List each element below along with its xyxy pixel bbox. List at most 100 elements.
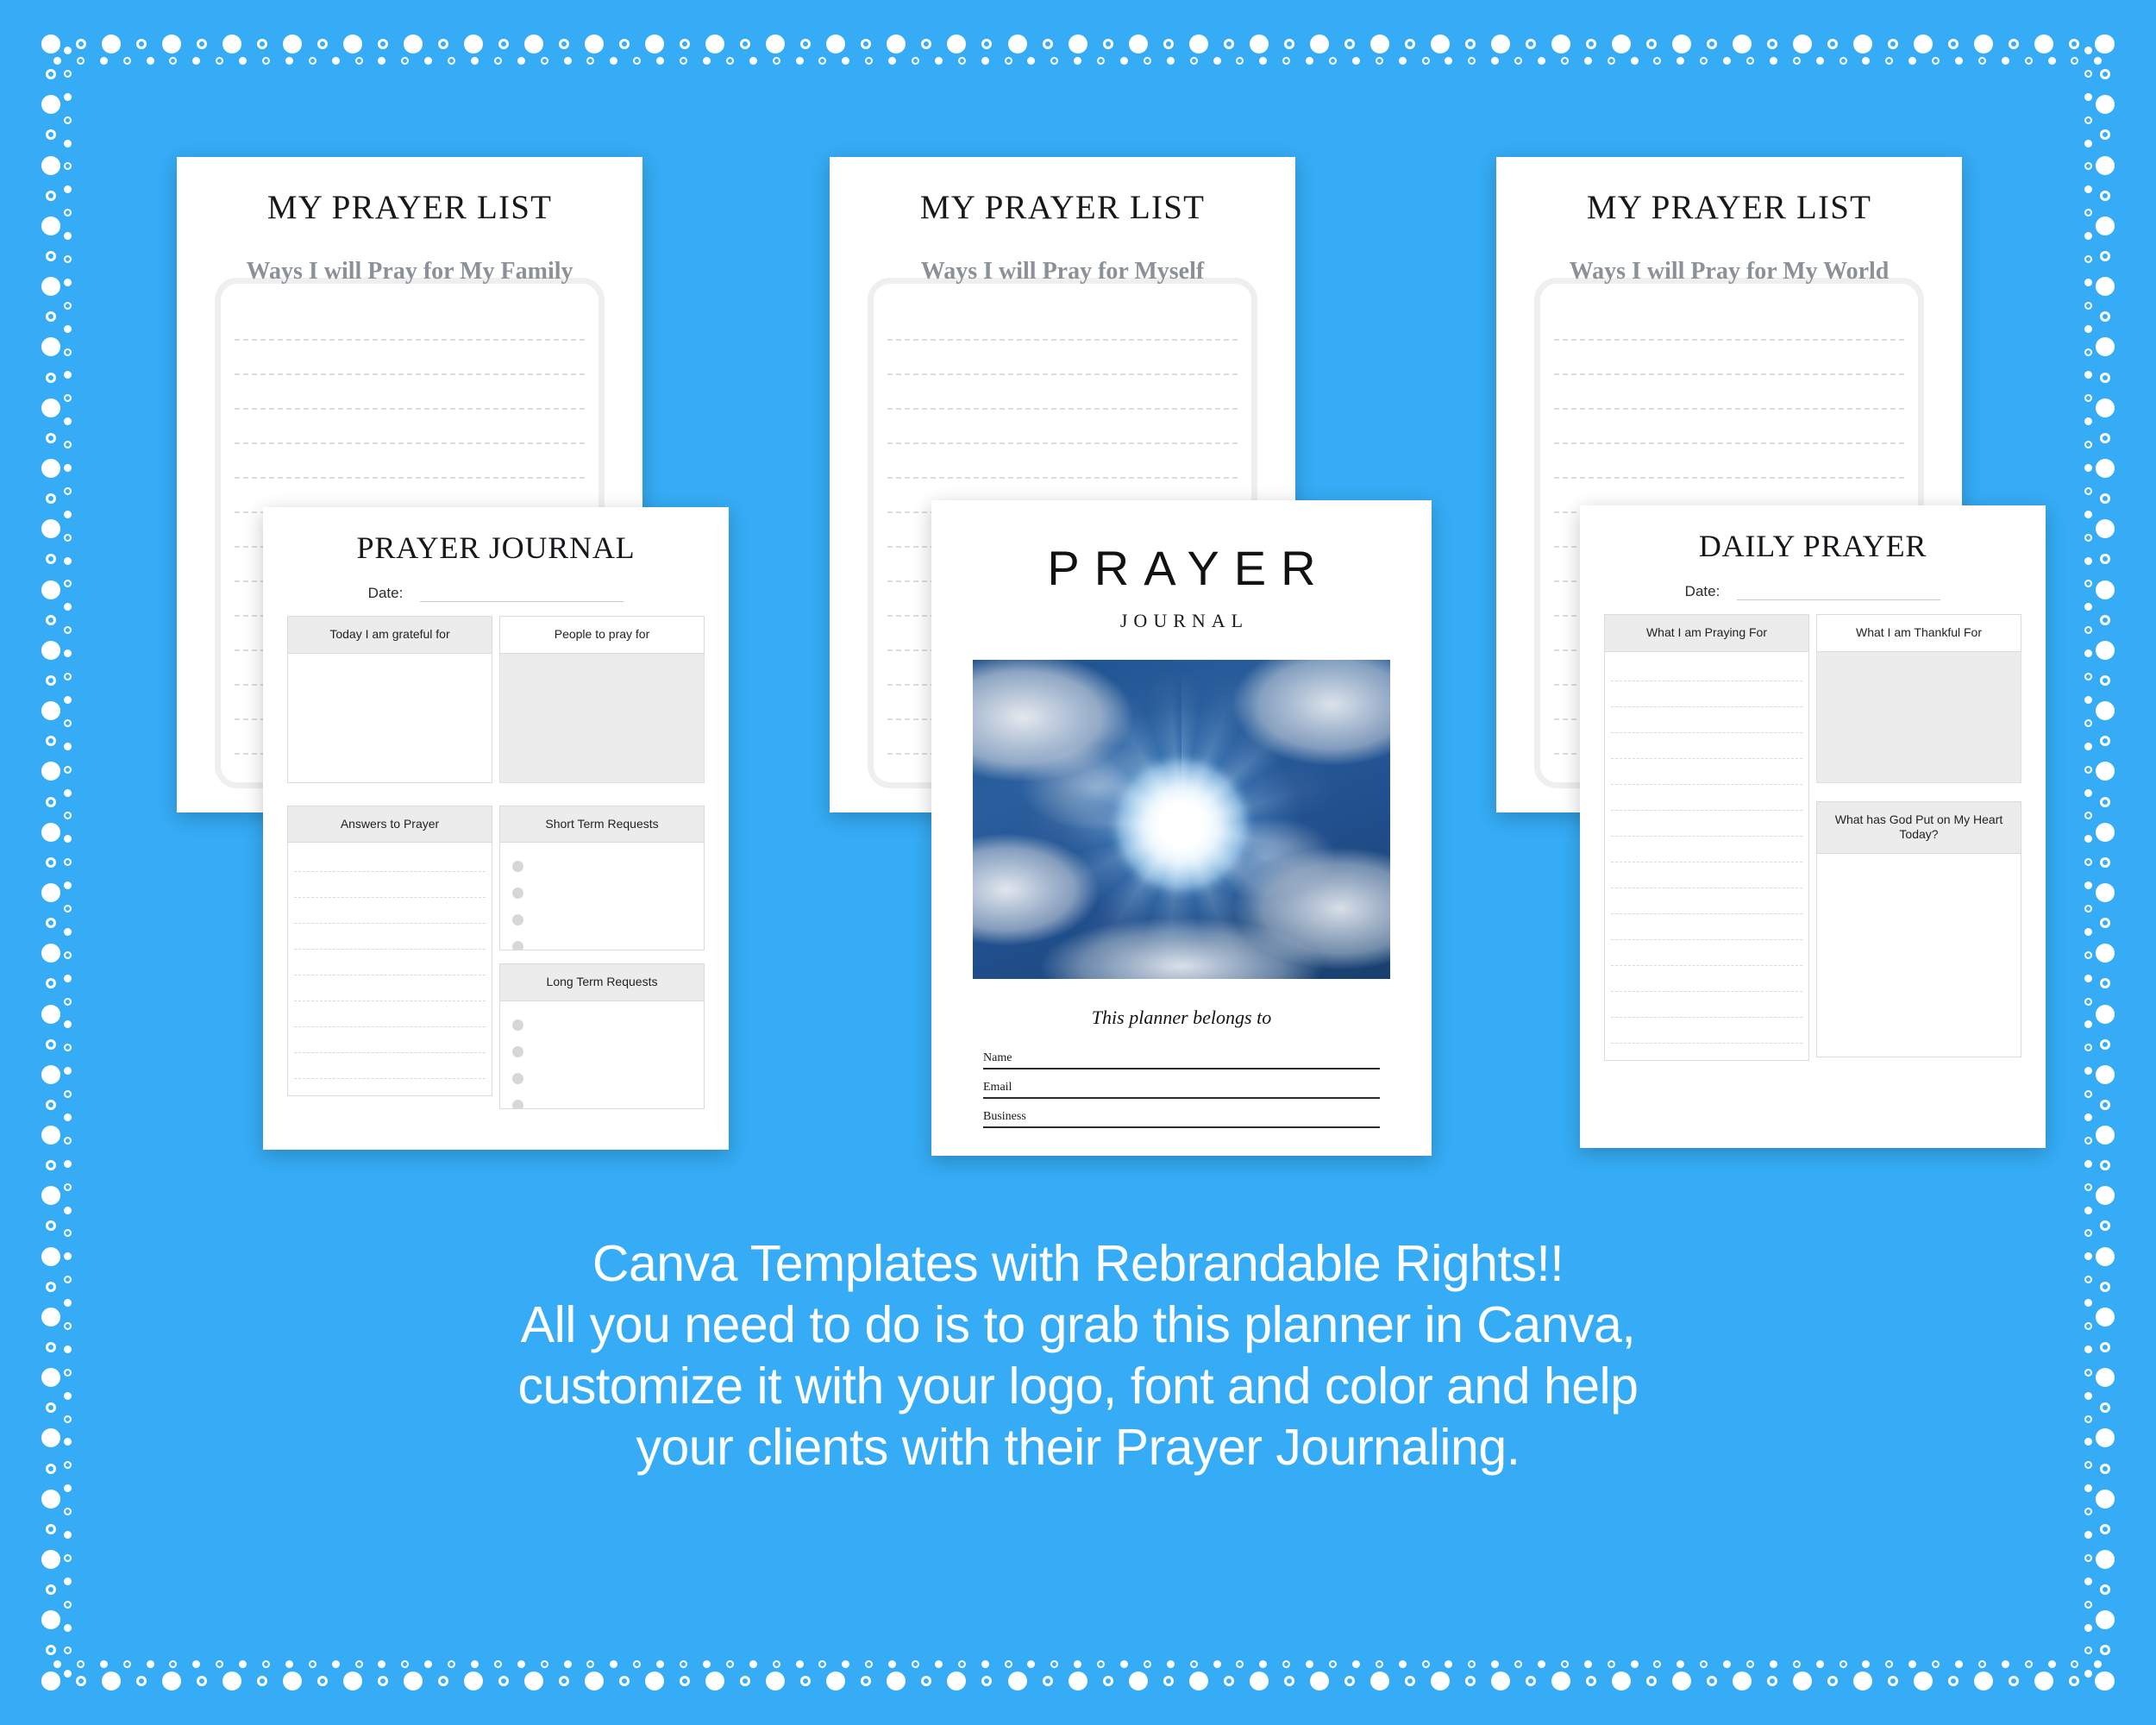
frame-dot-icon xyxy=(76,1660,85,1668)
frame-dot-icon xyxy=(772,1660,780,1668)
ruled-line[interactable] xyxy=(294,1001,486,1027)
section-header: What has God Put on My Heart Today? xyxy=(1816,800,2021,854)
ruled-line[interactable] xyxy=(235,341,585,375)
frame-dot-icon xyxy=(2084,324,2092,333)
frame-dot-icon xyxy=(41,519,60,539)
daily-prayer-card[interactable]: DAILY PRAYER Date: What I am Praying For… xyxy=(1580,505,2046,1148)
ruled-line[interactable] xyxy=(1611,733,1802,759)
section-body[interactable] xyxy=(499,1000,705,1109)
ruled-line[interactable] xyxy=(294,975,486,1001)
frame-dot-icon xyxy=(1706,39,1717,49)
ruled-line[interactable] xyxy=(235,375,585,410)
date-input[interactable] xyxy=(420,589,624,602)
bullet-item[interactable] xyxy=(500,1065,704,1092)
ruled-line[interactable] xyxy=(1611,837,1802,862)
ruled-line[interactable] xyxy=(235,306,585,341)
frame-dot-icon xyxy=(2084,1508,2092,1516)
section-body[interactable] xyxy=(287,653,492,783)
section-body[interactable] xyxy=(1816,651,2021,783)
section-body[interactable] xyxy=(1816,853,2021,1057)
frame-dot-icon xyxy=(2084,1020,2092,1029)
ruled-line[interactable] xyxy=(235,410,585,444)
frame-dot-icon xyxy=(2084,765,2092,774)
frame-dot-icon xyxy=(41,762,60,781)
ruled-line[interactable] xyxy=(294,950,486,975)
frame-dot-icon xyxy=(64,1670,72,1678)
frame-dot-icon xyxy=(41,155,60,175)
ruled-line[interactable] xyxy=(887,306,1238,341)
ruled-line[interactable] xyxy=(294,1027,486,1053)
bullet-item[interactable] xyxy=(500,1092,704,1108)
frame-dot-icon xyxy=(2084,278,2092,286)
frame-dot-icon xyxy=(680,57,688,65)
frame-dot-icon xyxy=(2084,742,2092,750)
ruled-line[interactable] xyxy=(1611,992,1802,1018)
section-body[interactable] xyxy=(287,843,492,1096)
frame-dot-icon xyxy=(1514,57,1523,65)
ruled-line[interactable] xyxy=(887,375,1238,410)
frame-dot-icon xyxy=(2096,1671,2115,1690)
ruled-line[interactable] xyxy=(1611,681,1802,707)
business-field[interactable]: Business xyxy=(983,1110,1380,1128)
frame-dot-icon xyxy=(1398,1660,1407,1668)
date-input[interactable] xyxy=(1737,587,1941,600)
frame-dot-icon xyxy=(2096,822,2115,842)
ruled-line[interactable] xyxy=(1611,656,1802,681)
ruled-line[interactable] xyxy=(294,846,486,872)
prayer-journal-card[interactable]: PRAYER JOURNAL Date: Today I am grateful… xyxy=(263,507,729,1150)
prayer-journal-cover-card[interactable]: PRAYER JOURNAL This planner belongs to N… xyxy=(931,500,1432,1156)
frame-dot-icon xyxy=(64,904,72,913)
frame-dot-icon xyxy=(1560,57,1569,65)
ruled-line[interactable] xyxy=(1554,410,1904,444)
frame-dot-icon xyxy=(2096,398,2115,417)
frame-dot-icon xyxy=(64,974,72,982)
bullet-item[interactable] xyxy=(500,933,704,950)
bullet-item[interactable] xyxy=(500,1038,704,1065)
ruled-line[interactable] xyxy=(294,924,486,950)
name-field[interactable]: Name xyxy=(983,1051,1380,1070)
frame-dot-icon xyxy=(1852,1672,1872,1690)
frame-dot-icon xyxy=(2100,1038,2110,1050)
ruled-line[interactable] xyxy=(1611,707,1802,733)
frame-dot-icon xyxy=(2096,701,2115,721)
frame-dot-icon xyxy=(162,34,182,53)
ruled-line[interactable] xyxy=(887,410,1238,444)
bullet-item[interactable] xyxy=(500,1012,704,1038)
frame-dot-icon xyxy=(517,1660,525,1668)
frame-dot-icon xyxy=(1166,57,1175,65)
ruled-line[interactable] xyxy=(1611,759,1802,785)
email-field[interactable]: Email xyxy=(983,1081,1380,1099)
ruled-line[interactable] xyxy=(1611,1018,1802,1044)
ruled-line[interactable] xyxy=(294,1053,486,1079)
ruled-line[interactable] xyxy=(1611,966,1802,992)
frame-dot-icon xyxy=(1908,1660,1917,1668)
ruled-line[interactable] xyxy=(887,341,1238,375)
ruled-line[interactable] xyxy=(1554,444,1904,479)
ruled-line[interactable] xyxy=(294,872,486,898)
ruled-line[interactable] xyxy=(1611,914,1802,940)
frame-dot-icon xyxy=(1430,1672,1450,1690)
frame-dot-icon xyxy=(2096,882,2115,902)
frame-dot-icon xyxy=(64,858,72,867)
section-body[interactable] xyxy=(499,653,705,783)
ruled-line[interactable] xyxy=(887,444,1238,479)
ruled-line[interactable] xyxy=(1611,940,1802,966)
ruled-line[interactable] xyxy=(1554,341,1904,375)
section-body[interactable] xyxy=(499,843,705,950)
bullet-item[interactable] xyxy=(500,906,704,933)
ruled-line[interactable] xyxy=(1611,888,1802,914)
section-body[interactable] xyxy=(1604,651,1809,1061)
ruled-line[interactable] xyxy=(294,898,486,924)
ruled-line[interactable] xyxy=(1611,862,1802,888)
frame-dot-icon xyxy=(46,856,56,868)
frame-dot-icon xyxy=(2009,39,2020,49)
bullet-item[interactable] xyxy=(500,853,704,880)
ruled-line[interactable] xyxy=(1554,306,1904,341)
bullet-item[interactable] xyxy=(500,880,704,906)
frame-dot-icon xyxy=(2084,533,2092,542)
ruled-line[interactable] xyxy=(1554,375,1904,410)
ruled-line[interactable] xyxy=(1611,811,1802,837)
frame-dot-icon xyxy=(41,640,60,660)
ruled-line[interactable] xyxy=(235,444,585,479)
ruled-line[interactable] xyxy=(1611,785,1802,811)
